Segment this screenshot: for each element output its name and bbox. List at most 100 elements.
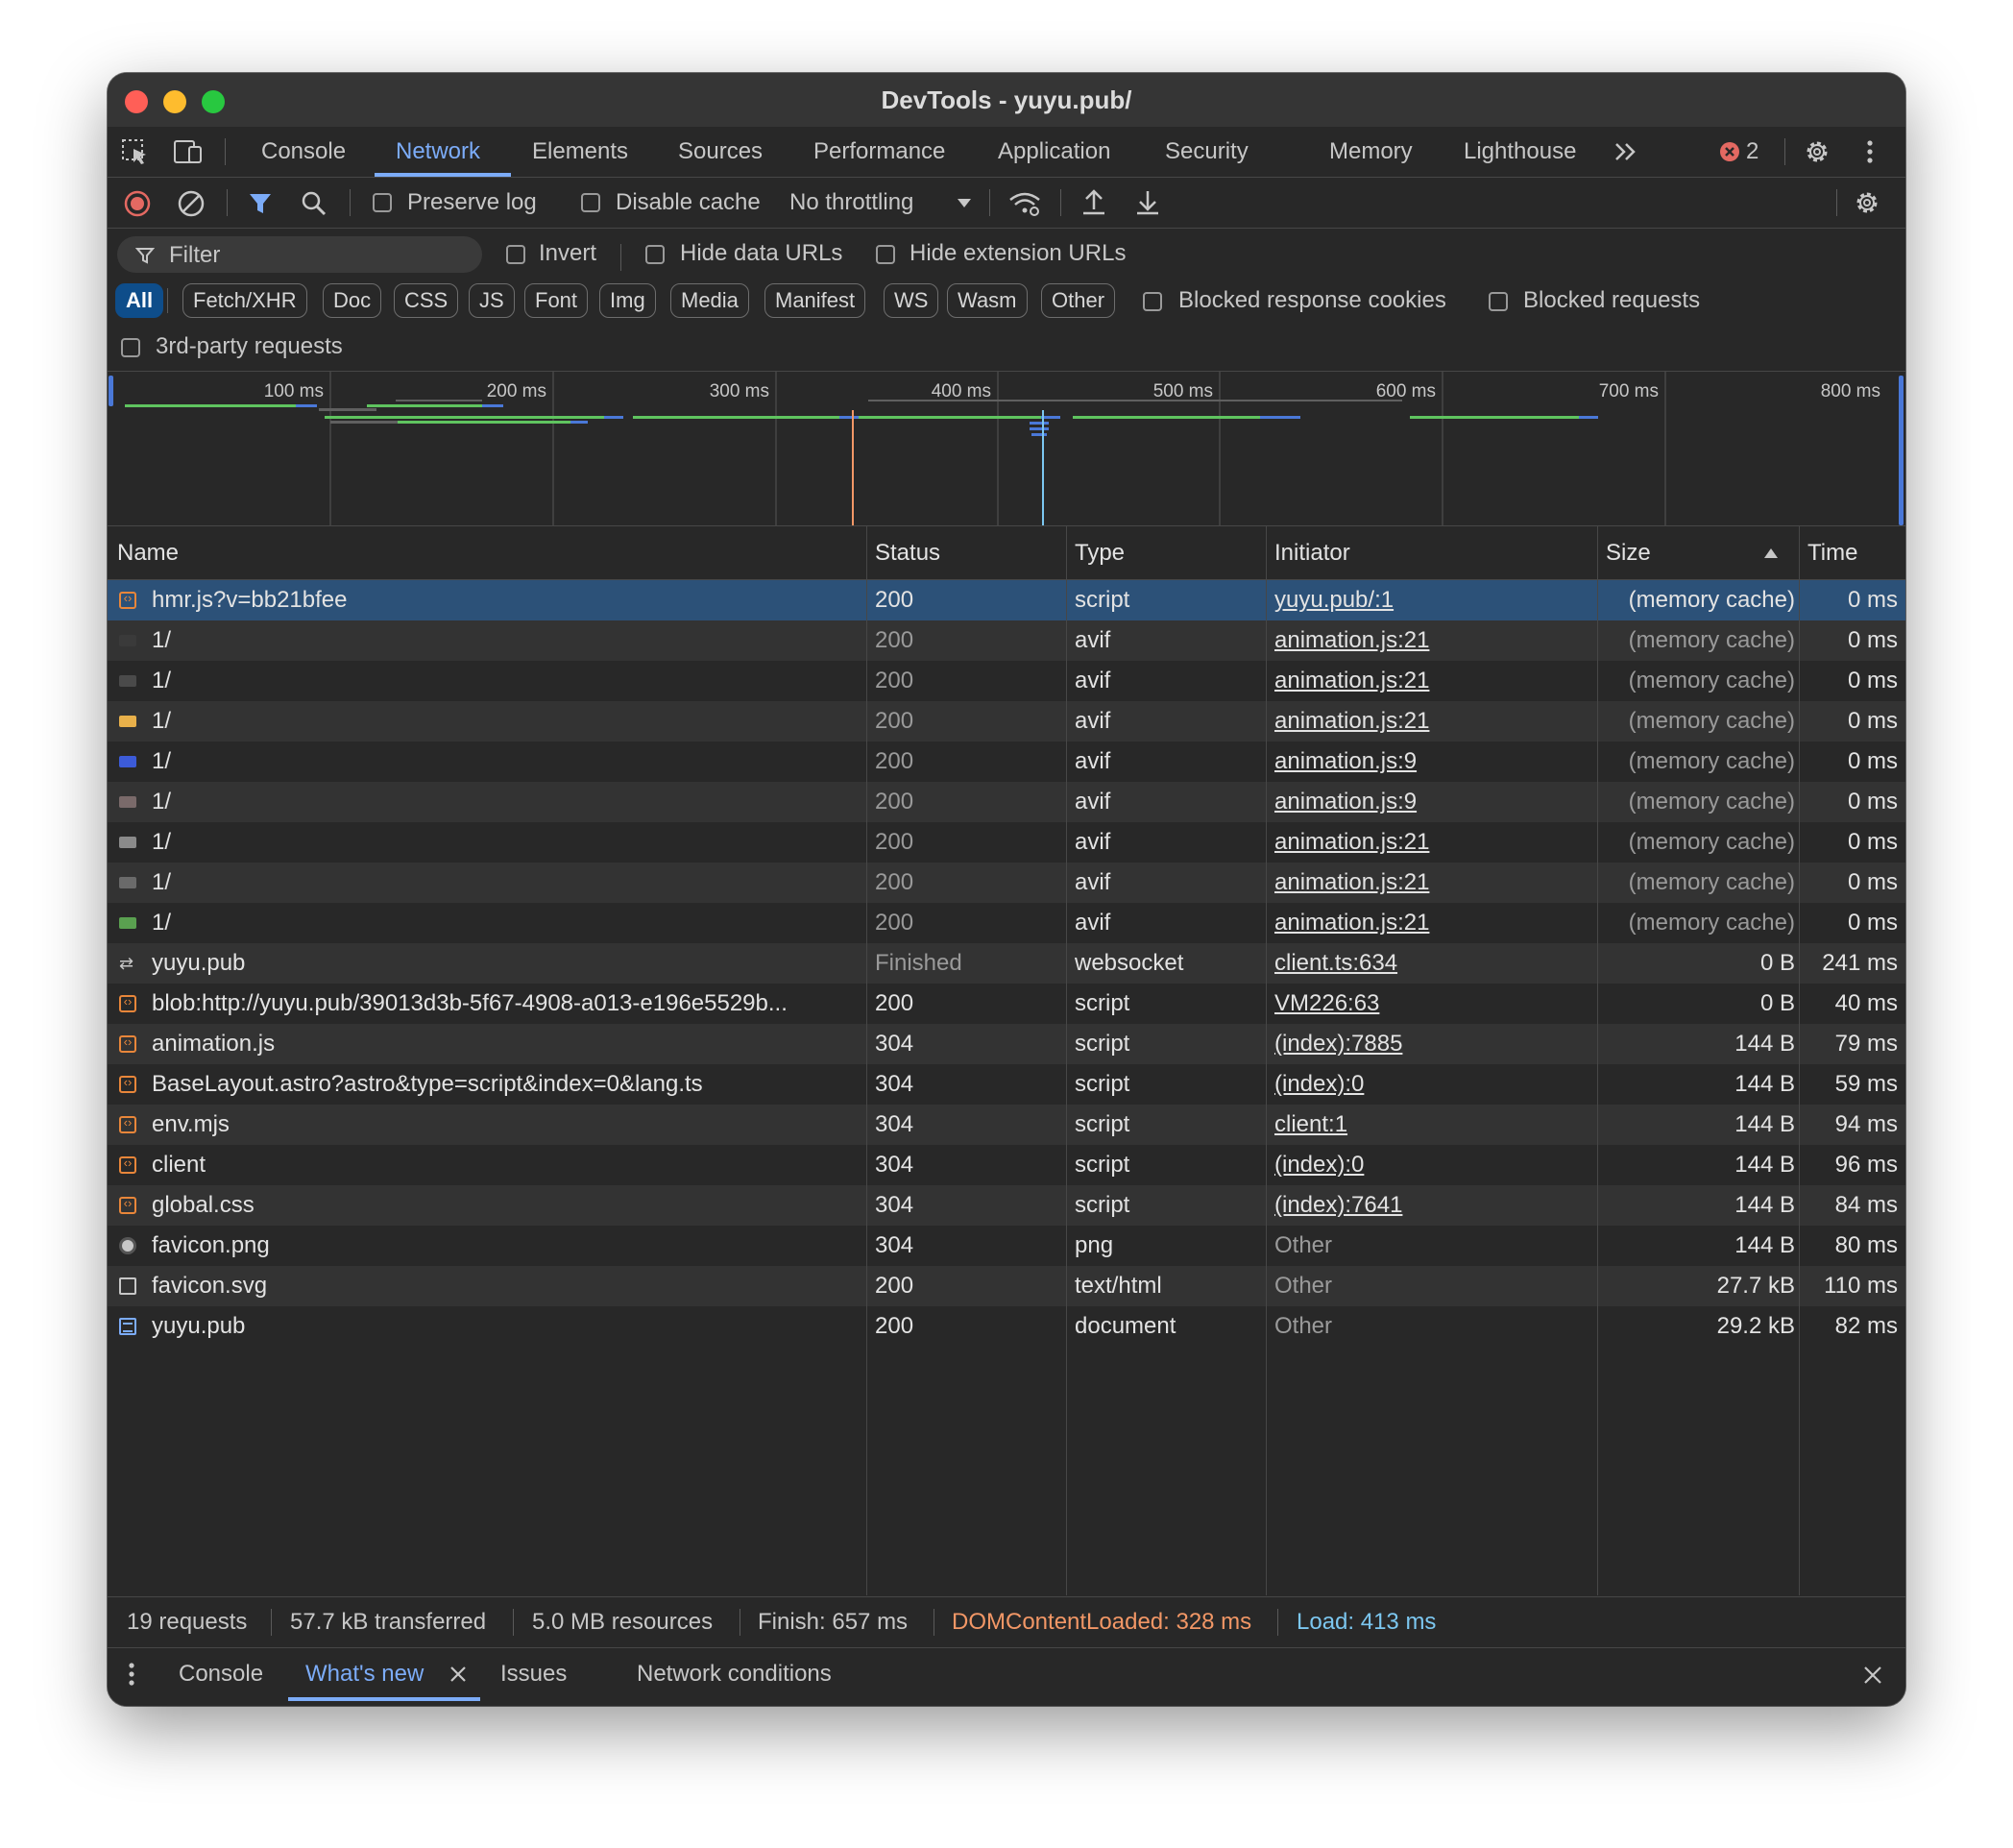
preserve-log-checkbox[interactable] xyxy=(373,193,392,212)
network-settings-gear-icon[interactable] xyxy=(1852,187,1882,218)
device-toolbar-icon[interactable] xyxy=(173,138,204,165)
tab-performance[interactable]: Performance xyxy=(813,127,945,177)
table-row[interactable]: client 304 script (index):0 144 B 96 ms xyxy=(108,1145,1905,1185)
request-initiator[interactable]: (index):0 xyxy=(1274,1064,1591,1105)
blocked-requests-checkbox[interactable] xyxy=(1489,292,1508,311)
column-header-initiator[interactable]: Initiator xyxy=(1274,526,1350,579)
column-header-name[interactable]: Name xyxy=(117,526,179,579)
request-initiator[interactable]: animation.js:9 xyxy=(1274,782,1591,822)
table-row[interactable]: favicon.svg 200 text/html Other 27.7 kB 110 m… xyxy=(108,1266,1905,1306)
request-initiator[interactable]: animation.js:9 xyxy=(1274,742,1591,782)
third-party-requests-checkbox[interactable] xyxy=(121,338,140,357)
filter-input[interactable]: Filter xyxy=(117,236,482,273)
type-filter-ws[interactable]: WS xyxy=(884,283,939,318)
hide-data-urls-checkbox[interactable] xyxy=(645,245,665,264)
table-row[interactable]: 1/200 avif animation.js:21 (memory cache) 0 … xyxy=(108,701,1905,742)
invert-checkbox[interactable] xyxy=(506,245,525,264)
overview-right-handle[interactable] xyxy=(1899,376,1904,525)
request-initiator[interactable]: VM226:63 xyxy=(1274,984,1591,1024)
type-filter-css[interactable]: CSS xyxy=(394,283,459,318)
error-count[interactable]: 2 xyxy=(1746,127,1758,177)
type-filter-media[interactable]: Media xyxy=(670,283,749,318)
drawer-tab-network-conditions[interactable]: Network conditions xyxy=(637,1648,832,1700)
request-initiator[interactable]: animation.js:21 xyxy=(1274,661,1591,701)
error-icon[interactable] xyxy=(1719,141,1740,162)
settings-gear-icon[interactable] xyxy=(1802,136,1832,167)
table-row[interactable]: yuyu.pub 200 document Other 29.2 kB 82 ms xyxy=(108,1306,1905,1347)
tab-security[interactable]: Security xyxy=(1165,127,1249,177)
table-row[interactable]: BaseLayout.astro?astro&type=script&index… xyxy=(108,1064,1905,1105)
table-row[interactable]: 1/200 avif animation.js:21 (memory cache) 0 … xyxy=(108,620,1905,661)
type-filter-js[interactable]: JS xyxy=(469,283,515,318)
table-row[interactable]: 1/200 avif animation.js:21 (memory cache) 0 … xyxy=(108,822,1905,863)
tab-sources[interactable]: Sources xyxy=(678,127,763,177)
table-row[interactable]: 1/200 avif animation.js:21 (memory cache) 0 … xyxy=(108,661,1905,701)
import-har-upload-icon[interactable] xyxy=(1079,187,1108,218)
table-row[interactable]: 1/200 avif animation.js:9 (memory cache) 0 m… xyxy=(108,782,1905,822)
filter-icon[interactable] xyxy=(246,189,275,218)
more-tabs-chevron-icon[interactable] xyxy=(1612,138,1640,165)
throttling-dropdown-icon[interactable] xyxy=(955,193,974,212)
request-initiator[interactable]: animation.js:21 xyxy=(1274,701,1591,742)
request-initiator[interactable]: animation.js:21 xyxy=(1274,620,1591,661)
disable-cache-checkbox[interactable] xyxy=(581,193,600,212)
table-row[interactable]: 1/200 avif animation.js:21 (memory cache) 0 … xyxy=(108,903,1905,943)
network-conditions-icon[interactable] xyxy=(1006,189,1043,218)
search-icon[interactable] xyxy=(300,189,328,218)
request-initiator[interactable]: animation.js:21 xyxy=(1274,903,1591,943)
table-row[interactable]: animation.js 304 script (index):7885 144 B 79… xyxy=(108,1024,1905,1064)
type-filter-wasm[interactable]: Wasm xyxy=(947,283,1028,318)
network-overview[interactable]: 100 ms 200 ms 300 ms 400 ms 500 ms 600 m… xyxy=(108,372,1905,526)
column-divider[interactable] xyxy=(1799,526,1800,1595)
blocked-response-cookies-checkbox[interactable] xyxy=(1143,292,1162,311)
drawer-tab-whats-new[interactable]: What's new xyxy=(305,1648,424,1700)
close-drawer-icon[interactable] xyxy=(1861,1664,1884,1687)
column-divider[interactable] xyxy=(1266,526,1267,1595)
table-row[interactable]: blob:http://yuyu.pub/39013d3b-5f67-4908-… xyxy=(108,984,1905,1024)
drawer-tab-console[interactable]: Console xyxy=(179,1648,263,1700)
request-initiator[interactable]: client.ts:634 xyxy=(1274,943,1591,984)
close-tab-icon[interactable] xyxy=(448,1664,469,1685)
stop-recording-icon[interactable] xyxy=(123,189,152,218)
select-element-icon[interactable] xyxy=(121,138,150,165)
column-divider[interactable] xyxy=(866,526,867,1595)
throttling-select[interactable]: No throttling xyxy=(789,189,913,216)
type-filter-doc[interactable]: Doc xyxy=(323,283,382,318)
table-row[interactable]: global.css 304 script (index):7641 144 B 84 m… xyxy=(108,1185,1905,1226)
request-initiator[interactable]: yuyu.pub/:1 xyxy=(1274,580,1591,620)
export-har-download-icon[interactable] xyxy=(1133,187,1162,218)
column-header-size[interactable]: Size xyxy=(1606,526,1651,579)
table-row[interactable]: 1/200 avif animation.js:9 (memory cache) 0 m… xyxy=(108,742,1905,782)
type-filter-manifest[interactable]: Manifest xyxy=(764,283,866,318)
type-filter-fetch-xhr[interactable]: Fetch/XHR xyxy=(182,283,307,318)
table-row[interactable]: hmr.js?v=bb21bfee 200 script yuyu.pub/:1 (me… xyxy=(108,580,1905,620)
drawer-menu-icon[interactable] xyxy=(127,1661,136,1688)
column-header-time[interactable]: Time xyxy=(1807,526,1857,579)
drawer-tab-issues[interactable]: Issues xyxy=(500,1648,567,1700)
request-initiator[interactable]: client:1 xyxy=(1274,1105,1591,1145)
hide-extension-urls-checkbox[interactable] xyxy=(876,245,895,264)
request-initiator[interactable]: animation.js:21 xyxy=(1274,863,1591,903)
table-row[interactable]: env.mjs 304 script client:1 144 B 94 ms xyxy=(108,1105,1905,1145)
more-options-icon[interactable] xyxy=(1863,138,1877,165)
tab-application[interactable]: Application xyxy=(998,127,1110,177)
type-filter-font[interactable]: Font xyxy=(524,283,589,318)
request-initiator[interactable]: (index):0 xyxy=(1274,1145,1591,1185)
table-row[interactable]: ⇄ yuyu.pub Finished websocket client.ts:634 0… xyxy=(108,943,1905,984)
table-row[interactable]: 1/200 avif animation.js:21 (memory cache) 0 … xyxy=(108,863,1905,903)
column-divider[interactable] xyxy=(1597,526,1598,1595)
table-row[interactable]: favicon.png 304 png Other 144 B 80 ms xyxy=(108,1226,1905,1266)
tab-console[interactable]: Console xyxy=(261,127,346,177)
clear-icon[interactable] xyxy=(177,189,206,218)
tab-memory[interactable]: Memory xyxy=(1329,127,1413,177)
request-initiator[interactable]: animation.js:21 xyxy=(1274,822,1591,863)
column-header-status[interactable]: Status xyxy=(875,526,940,579)
request-initiator[interactable]: (index):7641 xyxy=(1274,1185,1591,1226)
tab-lighthouse[interactable]: Lighthouse xyxy=(1464,127,1576,177)
type-filter-other[interactable]: Other xyxy=(1041,283,1116,318)
type-filter-img[interactable]: Img xyxy=(599,283,656,318)
request-initiator[interactable]: (index):7885 xyxy=(1274,1024,1591,1064)
column-header-type[interactable]: Type xyxy=(1075,526,1125,579)
column-divider[interactable] xyxy=(1066,526,1067,1595)
tab-elements[interactable]: Elements xyxy=(532,127,628,177)
